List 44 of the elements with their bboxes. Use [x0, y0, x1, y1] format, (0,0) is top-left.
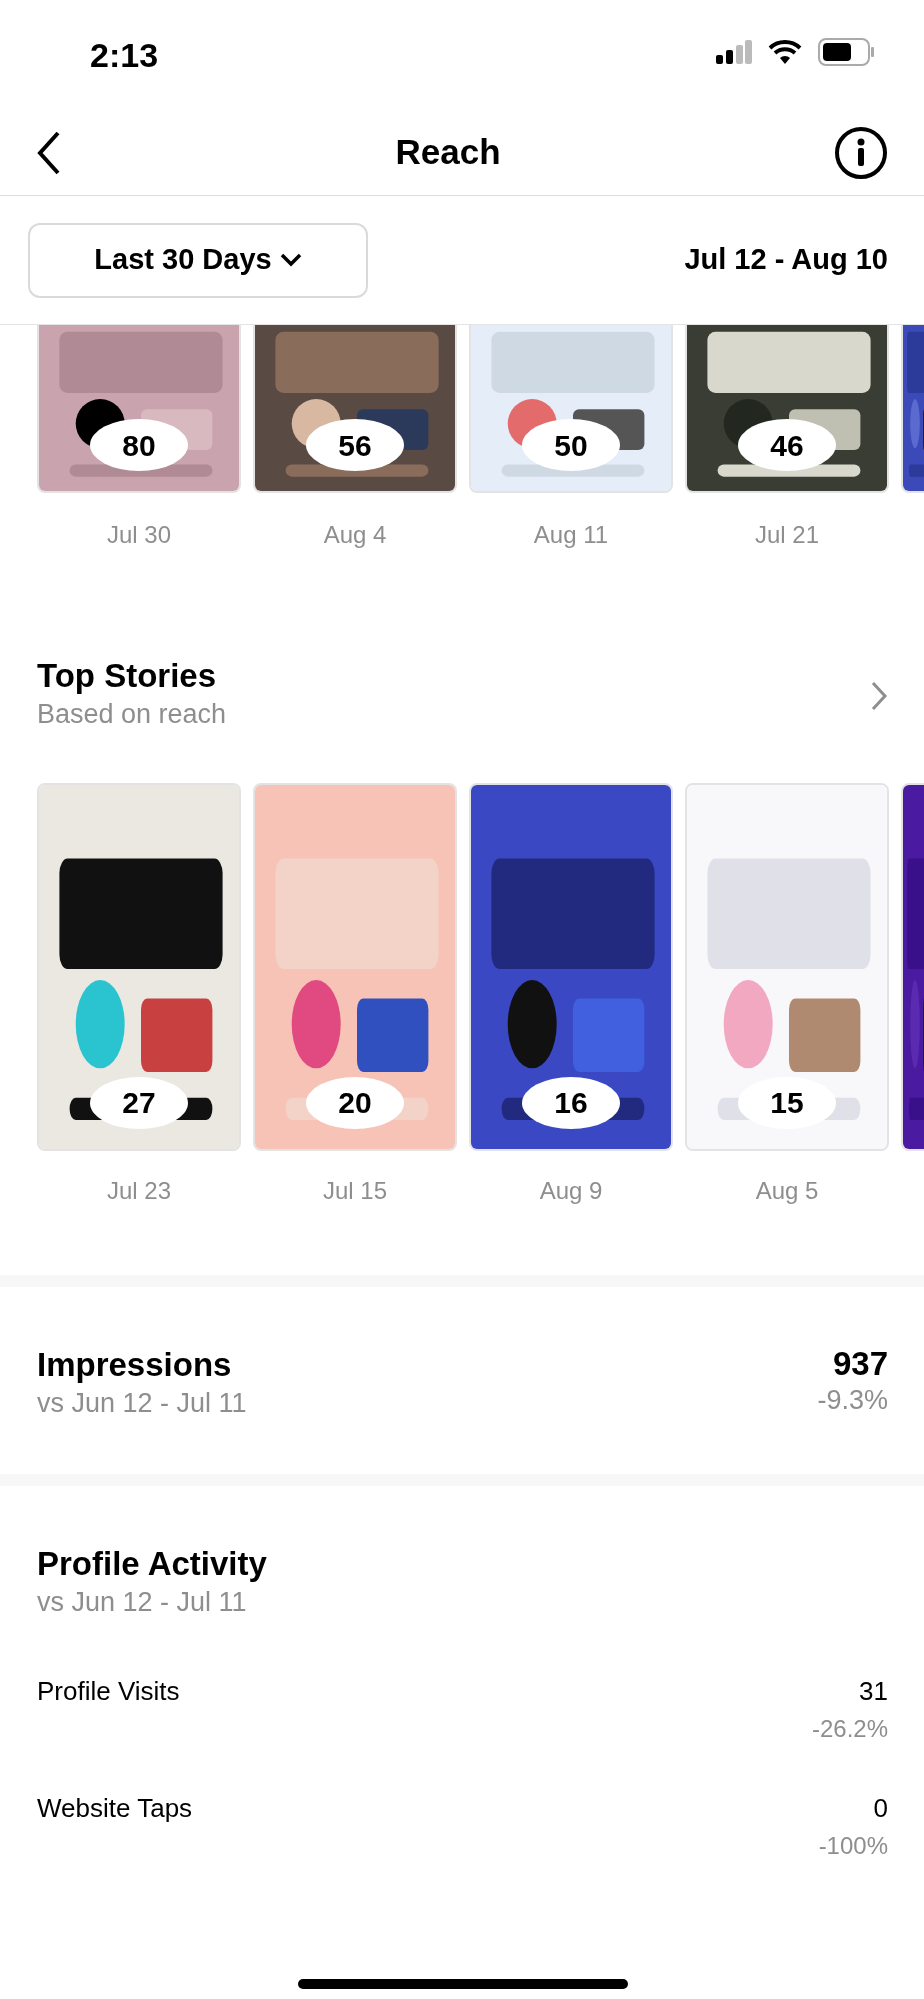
- post-date: Jul 30: [105, 520, 172, 550]
- section-title: Profile Activity: [37, 1545, 268, 1582]
- see-all-button[interactable]: [870, 680, 888, 713]
- chevron-right-icon: [870, 680, 888, 713]
- post-thumbnail[interactable]: 46: [685, 325, 889, 493]
- battery-icon: [818, 38, 874, 66]
- info-icon: [834, 125, 888, 180]
- back-icon: [36, 129, 62, 176]
- post-thumbnail[interactable]: 80: [37, 325, 241, 493]
- metric-change: -100%: [818, 1831, 888, 1862]
- story-thumbnail[interactable]: 20: [253, 782, 457, 1151]
- info-button[interactable]: [834, 125, 888, 180]
- story-date: Aug 5: [754, 1175, 820, 1206]
- wifi-icon: [768, 39, 802, 65]
- date-range-text: Jul 12 - Aug 10: [684, 242, 888, 278]
- back-button[interactable]: [36, 129, 62, 176]
- date-range-dropdown[interactable]: Last 30 Days: [28, 222, 368, 298]
- story-date: Aug 9: [538, 1175, 604, 1206]
- story-date: Jul 23: [105, 1175, 172, 1206]
- story-thumbnail[interactable]: 15: [685, 782, 889, 1151]
- metric-value: 0: [872, 1792, 888, 1826]
- chevron-down-icon: [279, 253, 302, 267]
- metric-value: 31: [858, 1675, 888, 1709]
- post-date: Aug 11: [532, 520, 610, 550]
- section-title: Impressions: [37, 1346, 233, 1384]
- metric-change: -26.2%: [811, 1714, 888, 1745]
- story-thumbnail[interactable]: 16: [469, 782, 673, 1151]
- post-thumbnail[interactable]: 56: [253, 325, 457, 493]
- story-date: Jul 15: [321, 1175, 388, 1206]
- story-thumbnail[interactable]: 27: [37, 782, 241, 1151]
- section-subtitle: Based on reach: [37, 698, 227, 732]
- post-date: Jul 21: [753, 520, 820, 550]
- metric-value: 937: [831, 1346, 888, 1380]
- section-subtitle: vs Jun 12 - Jul 11: [37, 1585, 248, 1619]
- post-date: Aug 4: [322, 520, 388, 550]
- section-subtitle: vs Jun 12 - Jul 11: [37, 1387, 247, 1421]
- section-title: Top Stories: [37, 658, 218, 695]
- signal-icon: [716, 40, 752, 64]
- post-thumbnail[interactable]: 50: [469, 325, 673, 493]
- metric-label: Profile Visits: [37, 1675, 180, 1709]
- page-title: Reach: [395, 131, 501, 174]
- status-time: 2:13: [90, 35, 159, 76]
- metric-label: Website Taps: [37, 1792, 193, 1826]
- metric-change: -9.3%: [817, 1383, 888, 1417]
